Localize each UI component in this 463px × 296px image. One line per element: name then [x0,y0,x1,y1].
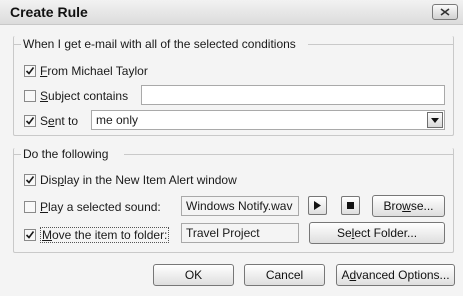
checkmark-icon [25,231,35,239]
close-button[interactable] [432,4,458,20]
from-label: From Michael Taylor [40,64,148,78]
checkmark-icon [25,117,35,125]
subject-checkbox[interactable] [24,90,36,102]
subject-label: Subject contains [40,89,129,103]
sent-to-value: me only [96,113,139,127]
sent-to-select[interactable]: me only [91,110,445,130]
select-folder-button[interactable]: Se l ect Folder... [309,222,445,244]
move-action-row[interactable]: Move the item to folder: [24,227,170,243]
subject-input[interactable] [141,85,445,105]
cancel-button[interactable]: Cancel [244,264,325,286]
subject-condition-row[interactable]: Subject contains [24,89,128,103]
from-checkbox[interactable] [24,65,36,77]
play-sound-button[interactable] [308,196,327,215]
dialog-title: Create Rule [10,4,88,20]
conditions-heading: When I get e-mail with all of the select… [23,37,296,51]
play-icon [314,201,321,210]
sound-label: Play a selected sound: [40,200,161,214]
checkmark-icon [25,176,35,184]
group-line [13,154,21,155]
group-line [124,154,454,155]
sound-file-field: Windows Notify.wav [181,196,299,216]
create-rule-dialog: Create Rule When I get e-mail with all o… [0,0,463,296]
from-condition-row[interactable]: From Michael Taylor [24,64,148,78]
advanced-options-button[interactable]: Ad vanced Options... [336,264,455,286]
move-label: Move the item to folder: [40,227,170,243]
checkmark-icon [25,67,35,75]
move-checkbox[interactable] [24,229,36,241]
group-line [308,44,454,45]
sent-to-label: Sent to [40,114,79,128]
ok-button[interactable]: OK [153,264,234,286]
title-bar: Create Rule [0,0,463,25]
sent-to-dropdown-button[interactable] [427,112,443,128]
target-folder-field: Travel Project [181,223,299,243]
alert-label: Display in the New Item Alert window [40,173,237,187]
actions-heading: Do the following [23,147,109,161]
chevron-down-icon [431,117,439,123]
sound-checkbox[interactable] [24,201,36,213]
sent-to-condition-row[interactable]: Sent to [24,114,78,128]
sound-action-row[interactable]: Play a selected sound: [24,200,161,214]
close-icon [440,8,450,16]
sent-to-checkbox[interactable] [24,115,36,127]
browse-button[interactable]: Bro w se... [372,195,445,217]
stop-sound-button[interactable] [341,196,360,215]
alert-action-row[interactable]: Display in the New Item Alert window [24,173,237,187]
group-line [13,44,21,45]
alert-checkbox[interactable] [24,174,36,186]
stop-icon [347,202,354,209]
